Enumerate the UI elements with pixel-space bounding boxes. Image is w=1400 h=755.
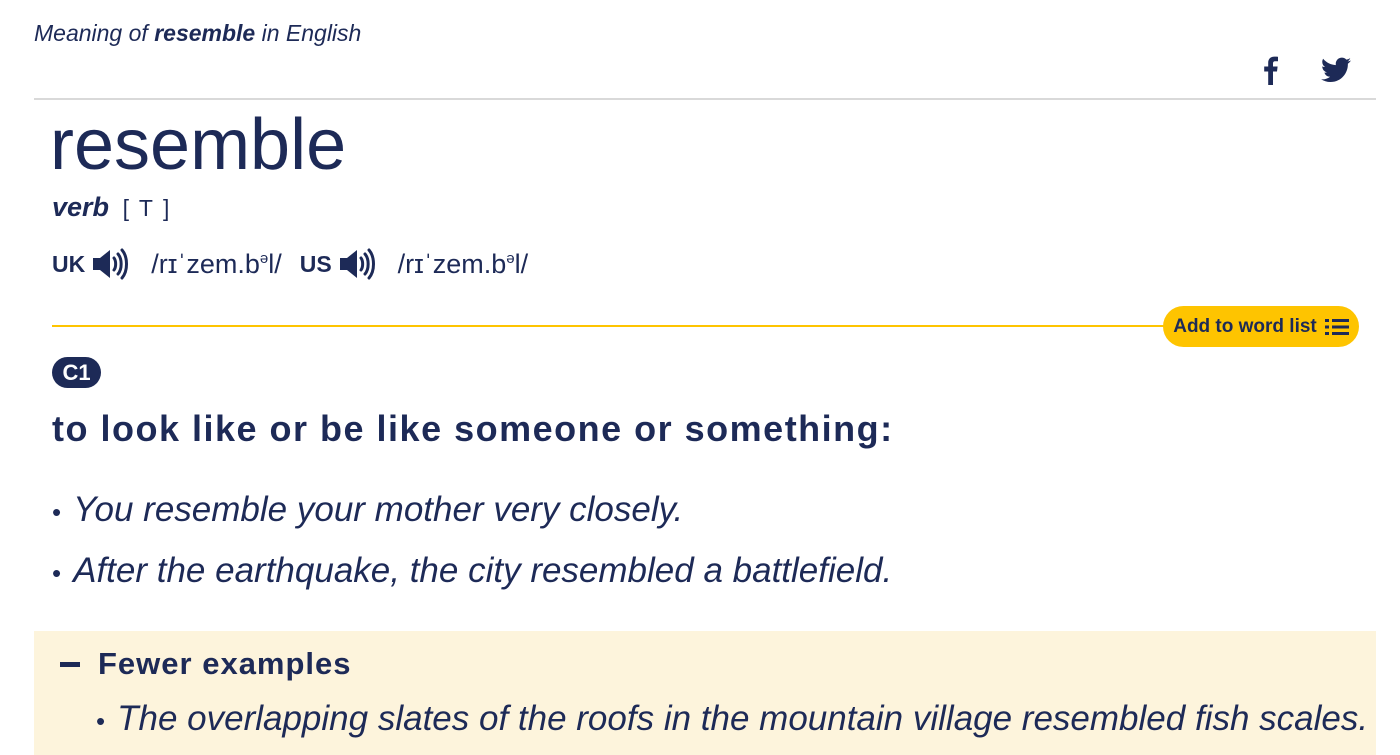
part-of-speech: verb xyxy=(52,192,110,222)
dictionary-entry-page: Meaning of resemble in English resemble … xyxy=(0,0,1400,755)
twitter-icon xyxy=(1321,57,1351,82)
add-to-word-list-button[interactable]: Add to word list xyxy=(1163,306,1359,347)
add-to-word-list-label: Add to word list xyxy=(1173,315,1317,337)
us-ipa: /rɪˈzem.bəl/ xyxy=(397,248,529,279)
twitter-share-button[interactable] xyxy=(1318,54,1354,86)
header-divider xyxy=(34,98,1376,100)
us-audio-speaker-icon[interactable] xyxy=(338,247,376,281)
region-uk-label: UK xyxy=(52,250,86,277)
meaning-header: Meaning of resemble in English xyxy=(34,20,361,47)
grammar-code: [ T ] xyxy=(122,195,172,221)
headword: resemble xyxy=(50,105,347,185)
list-icon xyxy=(1324,318,1349,335)
meaning-word: resemble xyxy=(154,20,256,46)
definition: to look like or be like someone or somet… xyxy=(52,408,894,449)
more-example-text: The overlapping slates of the roofs in t… xyxy=(117,699,1369,738)
bullet-icon: • xyxy=(52,497,62,527)
fewer-examples-label: Fewer examples xyxy=(98,646,352,681)
more-example-sentence: • The overlapping slates of the roofs in… xyxy=(96,699,1368,739)
region-us-label: US xyxy=(299,250,332,277)
meaning-suffix: in English xyxy=(261,20,362,46)
example-text: You resemble your mother very closely. xyxy=(73,490,684,529)
bullet-icon: • xyxy=(96,706,106,736)
cefr-level-badge: C1 xyxy=(52,357,101,388)
part-of-speech-line: verb [ T ] xyxy=(52,192,171,223)
pronunciation-line: UK /rɪˈzem.bəl/ US /rɪˈzem.bəl/ xyxy=(52,244,546,284)
example-sentence: • After the earthquake, the city resembl… xyxy=(52,551,892,591)
minus-icon xyxy=(60,661,80,667)
facebook-icon xyxy=(1264,56,1278,85)
facebook-share-button[interactable] xyxy=(1256,54,1284,86)
meaning-prefix: Meaning of xyxy=(34,20,148,46)
uk-audio-speaker-icon[interactable] xyxy=(91,247,129,281)
example-sentence: • You resemble your mother very closely. xyxy=(52,490,683,530)
fewer-examples-toggle[interactable]: Fewer examples xyxy=(60,644,352,684)
sense-divider xyxy=(52,325,1182,327)
example-text: After the earthquake, the city resembled… xyxy=(73,551,893,590)
uk-ipa: /rɪˈzem.bəl/ xyxy=(151,248,282,279)
bullet-icon: • xyxy=(52,558,62,588)
